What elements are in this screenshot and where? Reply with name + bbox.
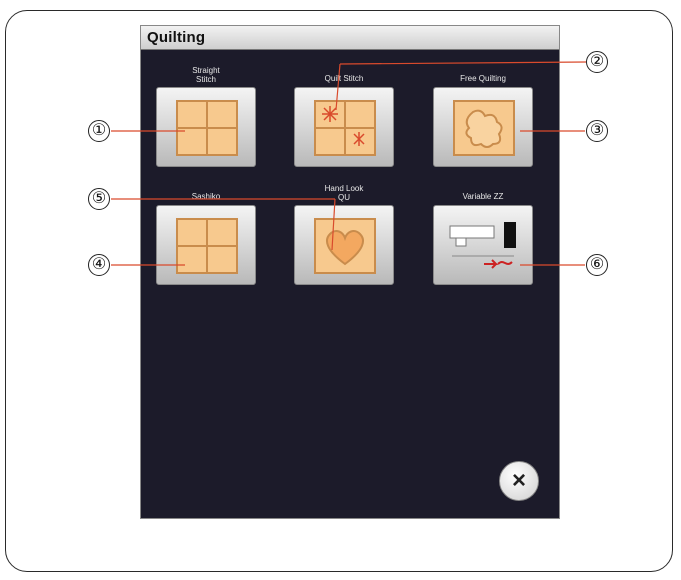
callout-4: ④ <box>88 254 110 276</box>
callout-6: ⑥ <box>586 254 608 276</box>
callout-leaders <box>111 61 587 266</box>
callout-2: ② <box>586 51 608 73</box>
callout-3: ③ <box>586 120 608 142</box>
callout-1: ① <box>88 120 110 142</box>
callout-5: ⑤ <box>88 188 110 210</box>
